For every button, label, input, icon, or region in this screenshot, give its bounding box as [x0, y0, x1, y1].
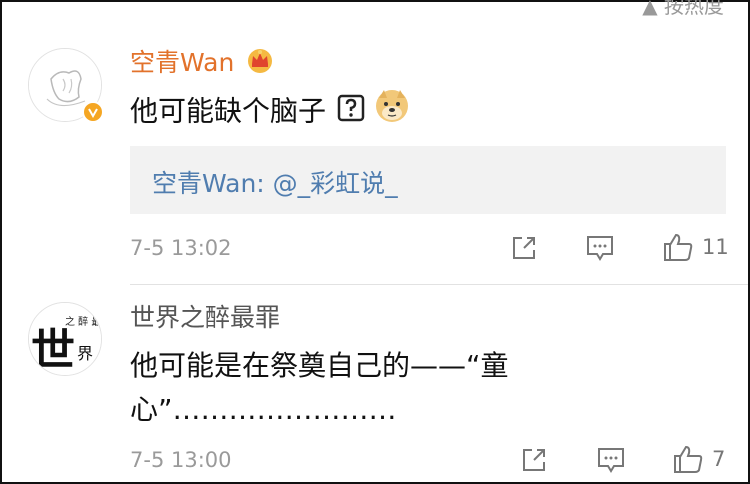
calligraphy-avatar-image: 之 醉 最 世 界	[29, 303, 101, 376]
reply-preview-box[interactable]: 空青Wan: @_彩虹说_	[130, 146, 726, 214]
like-icon	[674, 445, 703, 473]
svg-text:世: 世	[31, 325, 75, 376]
crown-icon	[246, 46, 274, 82]
reply-author: 空青Wan:	[152, 169, 273, 198]
comment-text: 他可能缺个脑子	[130, 88, 410, 137]
comment-icon	[587, 236, 613, 261]
doge-emoji	[374, 88, 410, 137]
comment-time: 7-5 13:02	[130, 236, 232, 260]
comment-text: 他可能是在祭奠自己的——“童 心”……………………	[130, 349, 509, 426]
reply-preview-text: 空青Wan: @_彩虹说_	[152, 164, 398, 200]
avatar[interactable]: 之 醉 最 世 界	[28, 302, 102, 376]
like-count: 11	[702, 235, 729, 259]
comment-item: 之 醉 最 世 界 世界之醉最罪 他可能是在祭奠自己的——“童 心”…………………	[2, 286, 748, 484]
share-button[interactable]	[510, 234, 538, 262]
reply-button[interactable]	[585, 234, 615, 262]
reply-mention-link[interactable]: @_彩虹说_	[273, 169, 398, 198]
username[interactable]: 世界之醉最罪	[130, 302, 280, 334]
comment-icon	[598, 448, 624, 473]
username[interactable]: 空青Wan	[130, 46, 274, 82]
comment-time: 7-5 13:00	[130, 448, 232, 472]
reply-button[interactable]	[596, 446, 626, 474]
share-icon	[513, 237, 535, 259]
like-button[interactable]: 11	[662, 232, 729, 262]
like-button[interactable]: 7	[672, 444, 725, 474]
svg-text:界: 界	[77, 344, 93, 363]
comment-divider	[130, 284, 748, 285]
like-icon	[664, 233, 693, 261]
like-count: 7	[712, 447, 726, 471]
share-button[interactable]	[520, 446, 548, 474]
comment-item: 空青Wan 他可能缺个脑子 空青Wan: @_彩虹说_ 7-5 13:02 11	[2, 2, 748, 282]
share-icon	[523, 449, 545, 471]
question-box-emoji	[337, 91, 365, 135]
verified-badge-icon	[82, 101, 104, 123]
